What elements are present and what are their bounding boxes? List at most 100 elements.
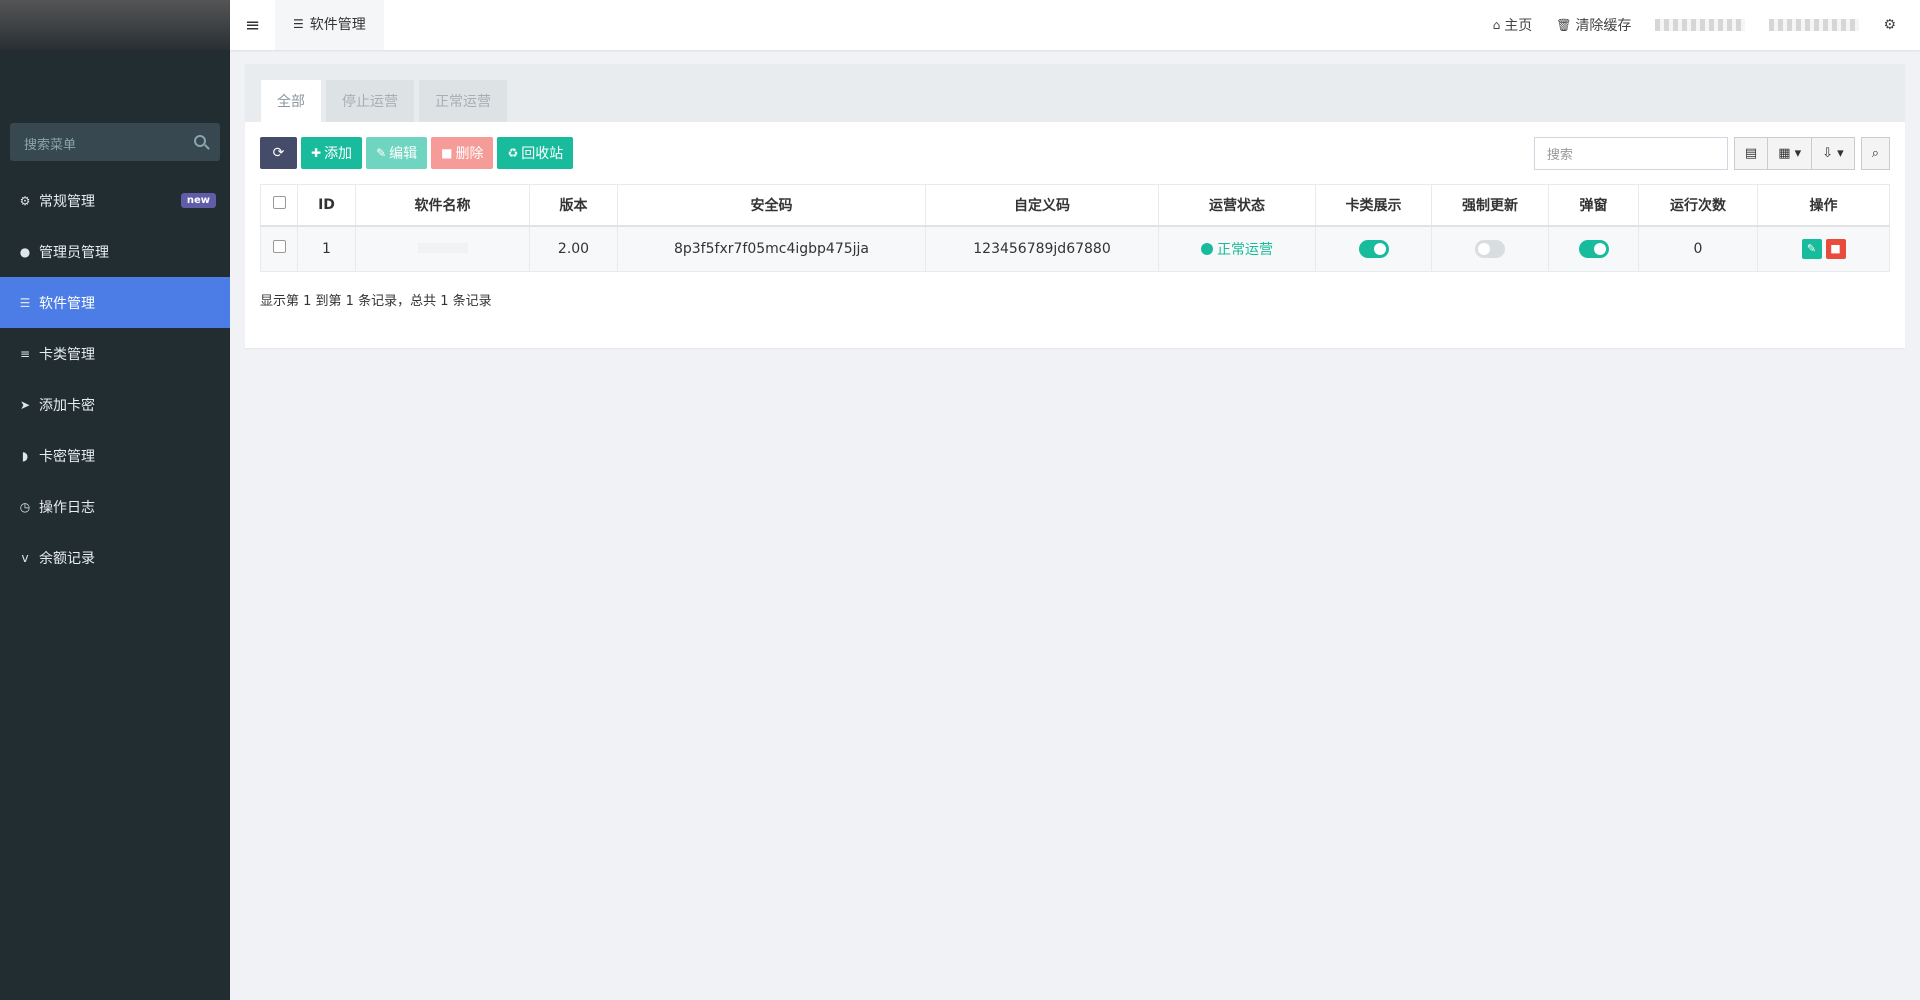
sidebar-item-card-type[interactable]: ≡ 卡类管理 (0, 328, 230, 379)
cell-force-update (1431, 225, 1549, 272)
col-security-code[interactable]: 安全码 (617, 184, 926, 227)
add-label: 添加 (324, 146, 353, 162)
card-display-toggle[interactable] (1358, 239, 1389, 258)
sidebar-item-label: 卡密管理 (39, 448, 95, 465)
row-select-cell (260, 225, 298, 272)
status-dot-icon (1201, 242, 1213, 255)
plus-icon: ✚ (311, 146, 322, 160)
pencil-icon: ✎ (376, 146, 387, 160)
clear-cache-link[interactable]: 🗑 清除缓存 (1544, 15, 1643, 35)
toolbar-right: 搜索 ▤ ▦ ▾ ⇩ ▾ ⌕ (1533, 136, 1890, 170)
list-alt-icon: ▤ (1744, 145, 1758, 161)
col-run-count[interactable]: 运行次数 (1638, 184, 1758, 227)
toggle-view-button[interactable]: ▤ (1733, 136, 1769, 170)
row-delete-button[interactable]: ■ (1825, 238, 1846, 259)
blurred-name (417, 242, 468, 253)
list-icon: ☰ (19, 295, 31, 310)
pencil-icon: ✎ (1806, 242, 1817, 256)
cogs-icon: ⚙ (19, 193, 31, 208)
sidebar-item-add-card[interactable]: ➤ 添加卡密 (0, 379, 230, 430)
trash-icon: ■ (441, 146, 453, 160)
cell-id: 1 (297, 225, 356, 272)
search-placeholder: 搜索 (1546, 147, 1573, 163)
tab-normal[interactable]: 正常运营 (419, 80, 507, 122)
paper-plane-icon: ➤ (19, 397, 31, 412)
menu-toggle-icon[interactable]: ≡ (230, 0, 275, 50)
export-icon: ⇩ ▾ (1822, 145, 1844, 161)
blurred-text (1769, 19, 1860, 31)
export-button[interactable]: ⇩ ▾ (1812, 136, 1855, 170)
table-search-input[interactable]: 搜索 (1533, 136, 1728, 170)
advanced-search-button[interactable]: ⌕ (1860, 136, 1890, 170)
main-panel: 全部 停止运营 正常运营 ⟳ ✚ 添加 ✎ 编辑 ■ 删除 ♻ 回收站 搜索 ▤… (245, 64, 1905, 348)
recycle-label: 回收站 (521, 146, 564, 162)
recycle-bin-button[interactable]: ♻ 回收站 (497, 137, 574, 169)
select-all-checkbox[interactable] (272, 196, 286, 210)
logo[interactable] (0, 0, 230, 50)
top-right-menu: ⌂ 主页 🗑 清除缓存 ⚙ (1481, 0, 1920, 50)
pagination-info: 显示第 1 到第 1 条记录，总共 1 条记录 (260, 294, 492, 309)
add-button[interactable]: ✚ 添加 (301, 137, 363, 169)
tab-all[interactable]: 全部 (261, 80, 321, 122)
col-id[interactable]: ID (297, 184, 356, 227)
col-custom-code[interactable]: 自定义码 (925, 184, 1159, 227)
col-name[interactable]: 软件名称 (355, 184, 530, 227)
sidebar-item-balance[interactable]: v 余额记录 (0, 532, 230, 583)
settings-link[interactable]: ⚙ (1871, 17, 1908, 33)
col-version[interactable]: 版本 (529, 184, 618, 227)
table-row[interactable]: 1 2.00 8p3f5fxr7f05mc4igbp475jja 1234567… (260, 225, 1890, 272)
clock-icon: ◷ (19, 499, 31, 514)
sidebar-item-software[interactable]: ☰ 软件管理 (0, 277, 230, 328)
edit-button[interactable]: ✎ 编辑 (366, 137, 428, 169)
home-link[interactable]: ⌂ 主页 (1481, 15, 1545, 35)
col-card-display[interactable]: 卡类展示 (1315, 184, 1432, 227)
home-label: 主页 (1504, 18, 1533, 34)
sidebar-item-label: 卡类管理 (39, 346, 95, 363)
sidebar-item-label: 常规管理 (39, 193, 95, 210)
select-all-cell (260, 184, 298, 227)
sidebar-item-admin[interactable]: ● 管理员管理 (0, 226, 230, 277)
tab-stopped[interactable]: 停止运营 (326, 80, 414, 122)
sidebar-item-label: 管理员管理 (39, 244, 109, 261)
user-panel (0, 50, 230, 110)
sidebar-item-log[interactable]: ◷ 操作日志 (0, 481, 230, 532)
edit-label: 编辑 (389, 146, 418, 162)
table-header-row: ID 软件名称 版本 安全码 自定义码 运营状态 卡类展示 强制更新 弹窗 运行… (260, 184, 1890, 227)
sidebar-search-input[interactable]: 搜索菜单 (10, 123, 220, 161)
tab-software[interactable]: ☰ 软件管理 (275, 0, 384, 50)
col-force-update[interactable]: 强制更新 (1431, 184, 1549, 227)
cell-custom-code: 123456789jd67880 (925, 225, 1159, 272)
cell-security-code: 8p3f5fxr7f05mc4igbp475jja (617, 225, 926, 272)
cell-run-count: 0 (1638, 225, 1758, 272)
popup-toggle[interactable] (1578, 239, 1609, 258)
refresh-button[interactable]: ⟳ (260, 137, 297, 169)
sidebar-item-general[interactable]: ⚙ 常规管理 new (0, 175, 230, 226)
toolbar: ⟳ ✚ 添加 ✎ 编辑 ■ 删除 ♻ 回收站 搜索 ▤ ▦ ▾ ⇩ ▾ ⌕ (245, 122, 1905, 184)
columns-button[interactable]: ▦ ▾ (1768, 136, 1813, 170)
row-edit-button[interactable]: ✎ (1801, 238, 1822, 259)
sidebar-search-placeholder: 搜索菜单 (24, 138, 77, 153)
tab-label: 软件管理 (309, 17, 366, 33)
blurred-menu-item[interactable] (1643, 19, 1757, 31)
col-popup[interactable]: 弹窗 (1548, 184, 1639, 227)
grid-icon: ▦ ▾ (1778, 145, 1802, 161)
delete-button[interactable]: ■ 删除 (431, 137, 494, 169)
force-update-toggle[interactable] (1475, 239, 1505, 258)
blurred-user-menu[interactable] (1757, 19, 1871, 31)
cell-status[interactable]: 正常运营 (1158, 225, 1316, 272)
delete-label: 删除 (455, 146, 484, 162)
recycle-icon: ♻ (507, 146, 519, 160)
sidebar-item-card-manage[interactable]: ◗ 卡密管理 (0, 430, 230, 481)
cell-version: 2.00 (529, 225, 618, 272)
col-status[interactable]: 运营状态 (1158, 184, 1316, 227)
blurred-text (1655, 19, 1746, 31)
top-navbar: ≡ ☰ 软件管理 ⌂ 主页 🗑 清除缓存 ⚙ (230, 0, 1920, 50)
trash-icon: ■ (1830, 242, 1841, 256)
sidebar-item-label: 操作日志 (39, 499, 95, 516)
search-icon: ⌕ (1871, 145, 1879, 161)
row-checkbox[interactable] (272, 240, 286, 254)
search-icon[interactable] (194, 135, 206, 147)
cell-popup (1548, 225, 1639, 272)
cell-card-display (1315, 225, 1432, 272)
new-badge: new (180, 193, 216, 208)
